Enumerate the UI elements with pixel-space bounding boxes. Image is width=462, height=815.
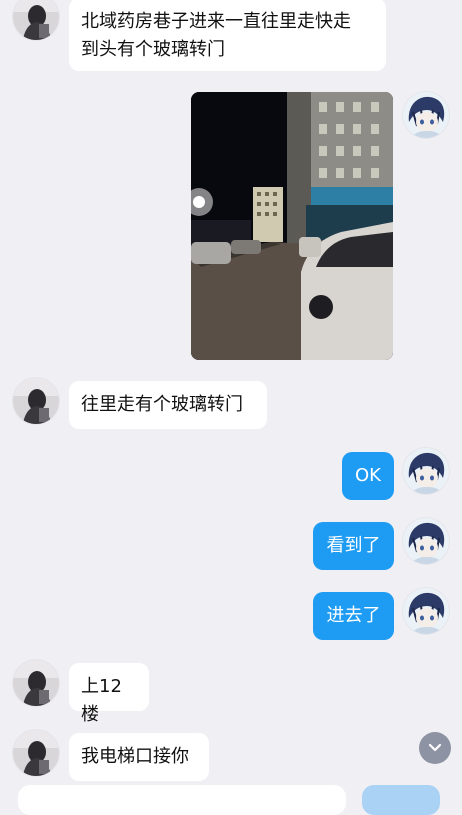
my-avatar[interactable] <box>403 588 449 634</box>
contact-avatar[interactable] <box>13 378 59 424</box>
my-avatar[interactable] <box>403 448 449 494</box>
message-bubble-incoming[interactable]: 往里走有个玻璃转门 <box>69 381 267 429</box>
my-avatar-image <box>403 448 449 494</box>
message-bubble-incoming[interactable]: 我电梯口接你 <box>69 733 209 781</box>
contact-avatar-image <box>13 0 59 40</box>
contact-avatar[interactable] <box>13 660 59 706</box>
my-avatar[interactable] <box>403 518 449 564</box>
my-avatar[interactable] <box>403 92 449 138</box>
message-input[interactable] <box>18 785 346 815</box>
send-button[interactable] <box>362 785 440 815</box>
contact-avatar-image <box>13 660 59 706</box>
contact-avatar[interactable] <box>13 730 59 776</box>
scroll-to-bottom-button[interactable] <box>419 732 451 764</box>
message-bubble-outgoing[interactable]: OK <box>342 452 394 500</box>
message-bubble-incoming[interactable]: 上12楼 <box>69 663 149 725</box>
street-night-photo <box>191 92 393 360</box>
contact-avatar-image <box>13 378 59 424</box>
my-avatar-image <box>403 588 449 634</box>
message-bubble-outgoing[interactable]: 看到了 <box>313 522 394 570</box>
message-bubble-incoming[interactable]: 北域药房巷子进来一直往里走快走 到头有个玻璃转门 <box>69 0 386 71</box>
contact-avatar-image <box>13 730 59 776</box>
chevron-down-icon <box>428 743 442 752</box>
contact-avatar[interactable] <box>13 0 59 40</box>
my-avatar-image <box>403 518 449 564</box>
my-avatar-image <box>403 92 449 138</box>
message-image[interactable] <box>191 92 393 360</box>
message-bubble-outgoing[interactable]: 进去了 <box>313 592 394 640</box>
